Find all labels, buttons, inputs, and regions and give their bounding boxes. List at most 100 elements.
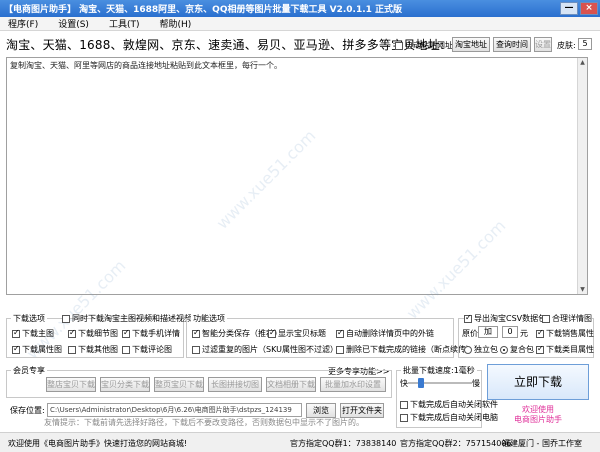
checkbox[interactable]: [62, 314, 70, 323]
option-label: 下载手机详情: [132, 329, 180, 338]
option-label: 下载销售属性: [546, 329, 594, 338]
checkbox[interactable]: [12, 344, 20, 354]
close-button[interactable]: ×: [580, 2, 598, 15]
download-video-option[interactable]: 同时下载淘宝主图视频和描述视频: [62, 313, 192, 324]
download-main-image-option[interactable]: 下载主图: [12, 328, 54, 339]
whole-page-download-button[interactable]: 整页宝贝下载: [154, 377, 204, 392]
option-label: 下载类目属性: [546, 345, 594, 354]
merge-package-option[interactable]: 复合包: [500, 344, 534, 355]
close-soft-option[interactable]: 下载完成后自动关闭软件: [400, 399, 498, 410]
slider-thumb[interactable]: [417, 378, 424, 388]
option-label: 合理详情图: [552, 314, 592, 323]
checkbox[interactable]: [536, 344, 544, 354]
checkbox[interactable]: [268, 328, 276, 338]
status-author: 福建厦门 - 国乔工作室: [502, 439, 582, 448]
member-title: 会员专享: [11, 365, 47, 376]
speed-slider[interactable]: 快 慢: [400, 377, 480, 389]
checkbox[interactable]: [12, 328, 20, 338]
download-mobile-detail-option[interactable]: 下载手机详情: [122, 328, 180, 339]
menu-help[interactable]: 帮助(H): [159, 17, 191, 30]
checkbox[interactable]: [464, 313, 472, 323]
option-label: 下载主图: [22, 329, 54, 338]
url-label: 淘宝、天猫、1688、敦煌网、京东、速卖通、易贝、亚马逊、拼多多等宝贝地址:: [6, 37, 445, 52]
skin-label: 皮肤:: [557, 41, 576, 50]
option-label: 导出淘宝CSV数据包: [474, 314, 547, 323]
radio[interactable]: [464, 345, 472, 354]
status-welcome: 欢迎使用《电商图片助手》快速打造您的网站商城!: [8, 439, 188, 448]
download-sale-attr-option[interactable]: 下载销售属性: [536, 328, 594, 339]
category-download-button[interactable]: 宝贝分类下载: [100, 377, 150, 392]
welcome-text-2: 电商图片助手: [514, 415, 562, 424]
option-label: 删除已下载完成的链接（断点续传）: [346, 345, 474, 354]
option-label: 下载评论图: [132, 345, 172, 354]
menu-program[interactable]: 程序(F): [8, 17, 38, 30]
option-label: 下载完成后自动关闭软件: [410, 400, 498, 409]
open-folder-button[interactable]: 打开文件夹: [340, 403, 384, 418]
checkbox[interactable]: [192, 345, 200, 354]
filter-duplicate-option[interactable]: 过滤重复的图片（SKU属性图不过滤）: [192, 344, 338, 355]
option-label: 显示宝贝标题: [278, 329, 326, 338]
menu-settings[interactable]: 设置(S): [58, 17, 89, 30]
checkbox[interactable]: [122, 345, 130, 354]
reasonable-detail-option[interactable]: 合理详情图: [542, 313, 592, 324]
status-qq1: 官方指定QQ群1：73838140: [290, 439, 397, 448]
option-label: 下载属性图: [22, 345, 62, 354]
option-label: 下载其他图: [78, 345, 118, 354]
auto-paste-label: 自动粘贴网址: [405, 41, 453, 50]
auto-paste-checkbox[interactable]: [395, 41, 403, 50]
shutdown-option[interactable]: 下载完成后自动关闭电脑: [400, 412, 498, 423]
delete-downloaded-option[interactable]: 删除已下载完成的链接（断点续传）: [336, 344, 474, 355]
checkbox[interactable]: [542, 314, 550, 323]
textarea-scrollbar[interactable]: ▲ ▼: [577, 58, 587, 294]
long-image-cut-button[interactable]: 长图拼接切图: [208, 377, 262, 392]
locate-address-button[interactable]: 淘宝地址: [452, 37, 490, 52]
minimize-button[interactable]: —: [560, 2, 578, 15]
checkbox[interactable]: [536, 328, 544, 338]
browse-button[interactable]: 浏览: [306, 403, 336, 418]
radio[interactable]: [500, 345, 508, 354]
batch-speed-title: 批量下载速度:1毫秒: [401, 365, 477, 376]
checkbox[interactable]: [400, 413, 408, 422]
single-package-option[interactable]: 独立包: [464, 344, 498, 355]
checkbox[interactable]: [400, 400, 408, 409]
checkbox[interactable]: [192, 328, 200, 338]
start-download-button[interactable]: 立即下载: [487, 364, 589, 400]
save-path-input[interactable]: C:\Users\Administrator\Desktop\6月\6.26\电…: [47, 403, 302, 417]
checkbox[interactable]: [122, 328, 130, 338]
scroll-down-icon[interactable]: ▼: [578, 285, 587, 294]
remove-links-option[interactable]: 自动删除详情页中的外链: [336, 328, 434, 339]
watermark-settings-button[interactable]: 批量加水印设置: [320, 377, 386, 392]
price-operator-select[interactable]: 加: [478, 326, 498, 338]
download-review-image-option[interactable]: 下载评论图: [122, 344, 172, 355]
save-location-label: 保存位置:: [10, 406, 45, 415]
download-category-attr-option[interactable]: 下载类目属性: [536, 344, 594, 355]
query-time-button[interactable]: 查询时间: [493, 37, 531, 52]
download-detail-image-option[interactable]: 下载细节图: [68, 328, 118, 339]
option-label: 独立包: [474, 345, 498, 354]
checkbox[interactable]: [336, 328, 344, 338]
speed-slow-label: 慢: [472, 379, 480, 388]
settings-button[interactable]: 设置: [534, 37, 552, 52]
save-hint: 友情提示：下载前请先选择好路径，下载后不要改变路径，否则数据包中显示不了图片的。: [44, 418, 364, 427]
auto-paste-option[interactable]: 自动粘贴网址: [395, 40, 453, 51]
price-value-input[interactable]: 0: [502, 326, 518, 338]
status-bar: 欢迎使用《电商图片助手》快速打造您的网站商城! 官方指定QQ群1：7383814…: [0, 432, 600, 452]
url-textarea[interactable]: 复制淘宝、天猫、阿里等网店的商品连接地址粘贴到此文本框里，每行一个。 ▲ ▼: [6, 57, 588, 295]
download-other-image-option[interactable]: 下载其他图: [68, 344, 118, 355]
export-csv-option[interactable]: 导出淘宝CSV数据包: [464, 313, 547, 324]
show-title-option[interactable]: 显示宝贝标题: [268, 328, 326, 339]
skin-input[interactable]: 5: [578, 38, 592, 50]
checkbox[interactable]: [68, 345, 76, 354]
option-label: 过滤重复的图片（SKU属性图不过滤）: [202, 345, 338, 354]
scroll-up-icon[interactable]: ▲: [578, 58, 587, 67]
checkbox[interactable]: [336, 345, 344, 354]
whole-shop-download-button[interactable]: 整店宝贝下载: [46, 377, 96, 392]
download-attribute-image-option[interactable]: 下载属性图: [12, 344, 62, 355]
speed-fast-label: 快: [400, 379, 408, 388]
option-label: 复合包: [510, 345, 534, 354]
menu-tools[interactable]: 工具(T): [109, 17, 140, 30]
option-label: 自动删除详情页中的外链: [346, 329, 434, 338]
album-download-button[interactable]: 文档相册下载: [266, 377, 316, 392]
checkbox[interactable]: [68, 328, 76, 338]
window-title: 【电商图片助手】 淘宝、天猫、1688阿里、京东、QQ相册等图片批量下载工具 V…: [4, 5, 403, 15]
